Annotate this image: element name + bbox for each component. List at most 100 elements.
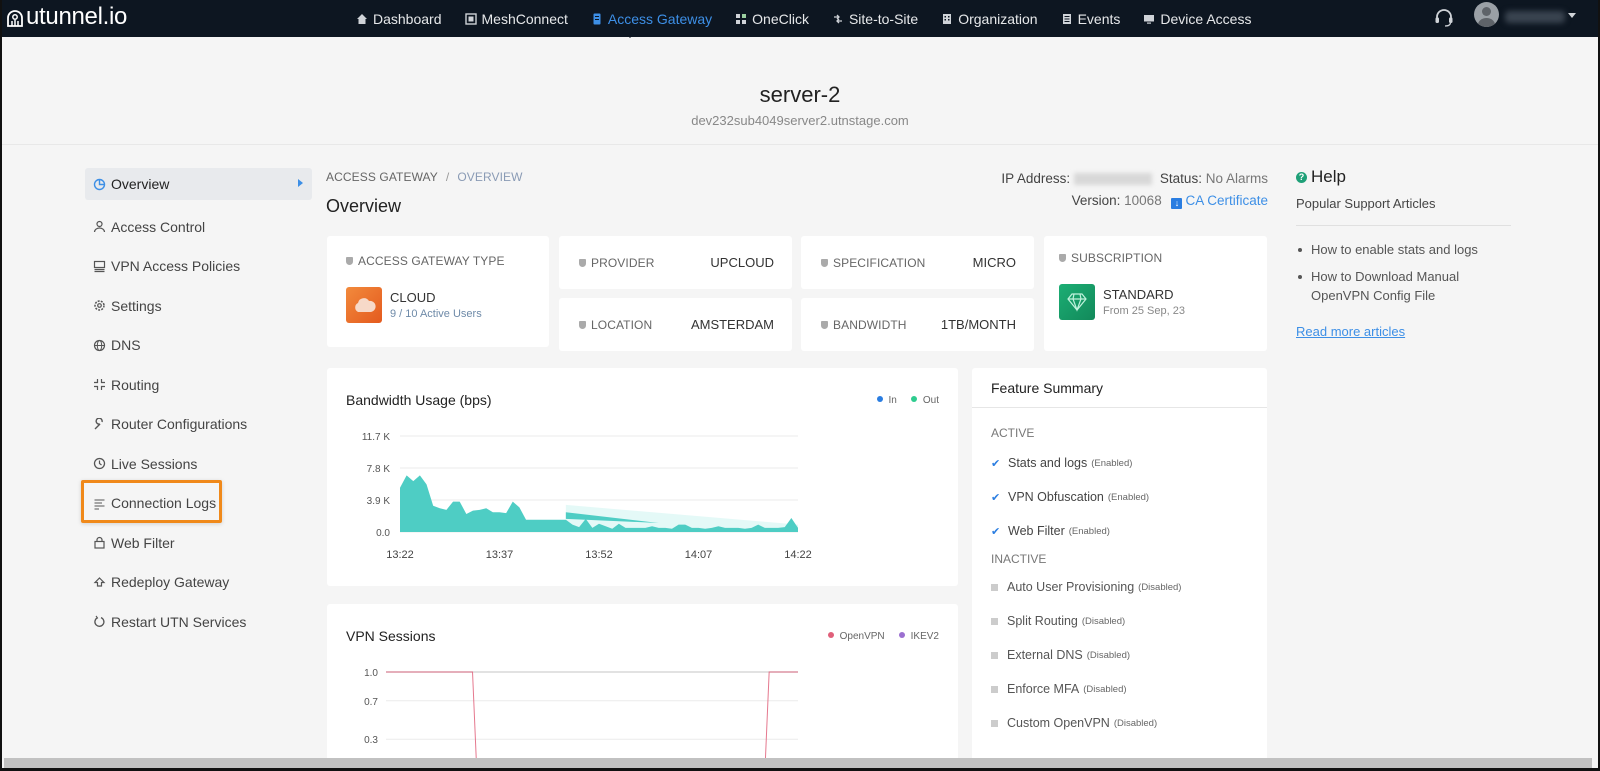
sidebar-item-web-filter[interactable]: Web Filter — [85, 523, 312, 563]
active-nav-indicator — [624, 32, 636, 38]
sidebar-item-vpn-access-policies[interactable]: VPN Access Policies — [85, 247, 312, 287]
user-icon — [93, 221, 106, 233]
breadcrumb-parent[interactable]: ACCESS GATEWAY — [326, 170, 438, 184]
restart-icon — [94, 615, 105, 628]
card-bandwidth: BANDWIDTH 1TB/MONTH — [801, 298, 1034, 351]
redeploy-icon — [93, 576, 106, 587]
feature-name: Split Routing — [1007, 614, 1078, 628]
subscription-value: STANDARD — [1103, 287, 1174, 302]
feature-state: (Enabled) — [1107, 491, 1150, 503]
nav-organization[interactable]: Organization — [941, 0, 1038, 37]
ip-label: IP Address: — [1001, 171, 1071, 186]
shield-icon — [821, 258, 828, 267]
active-users: 9 / 10 Active Users — [390, 308, 482, 320]
user-name-redacted[interactable] — [1505, 11, 1565, 23]
read-more-link[interactable]: Read more articles — [1296, 324, 1405, 339]
sidebar-item-dns[interactable]: DNS — [85, 326, 312, 366]
sidebar-item-routing[interactable]: Routing — [85, 365, 312, 405]
minus-icon — [991, 685, 998, 693]
nav-label: MeshConnect — [481, 10, 568, 27]
card-label: SUBSCRIPTION — [1071, 251, 1163, 265]
logo-text: utunnel.io — [26, 3, 128, 30]
sidebar-item-connection-logs[interactable]: Connection Logs — [85, 484, 312, 524]
y-tick-label: 0.7 — [364, 697, 378, 708]
nav-site-to-site[interactable]: Site-to-Site — [832, 0, 918, 37]
clock-icon — [93, 458, 106, 470]
lock-icon — [94, 537, 105, 549]
download-icon: ↓ — [1171, 198, 1183, 209]
sidebar-item-access-control[interactable]: Access Control — [85, 207, 312, 247]
minus-icon — [991, 651, 998, 659]
main-nav: Dashboard MeshConnect Access Gateway One… — [356, 0, 1274, 37]
sidebar-item-redeploy-gateway[interactable]: Redeploy Gateway — [85, 563, 312, 603]
horizontal-scrollbar[interactable] — [4, 758, 1592, 768]
server-name: server-2 — [759, 82, 841, 107]
feature-name: External DNS — [1007, 648, 1083, 662]
y-tick-label: 0.0 — [376, 528, 390, 539]
sidebar-item-overview[interactable]: Overview — [85, 168, 312, 200]
provider-value: UPCLOUD — [710, 255, 774, 270]
help-icon: ? — [1296, 171, 1307, 183]
breadcrumb-current: OVERVIEW — [457, 170, 523, 184]
logo[interactable]: utunnel.io — [6, 3, 127, 31]
shield-icon — [579, 320, 586, 329]
server-hostname: dev232sub4049server2.utnstage.com — [691, 113, 909, 128]
y-tick-label: 7.8 K — [367, 464, 391, 475]
nav-meshconnect[interactable]: MeshConnect — [464, 0, 568, 37]
subscription-date: From 25 Sep, 23 — [1103, 305, 1185, 317]
help-article-link[interactable]: How to Download Manual OpenVPN Config Fi… — [1296, 267, 1511, 305]
nav-dashboard[interactable]: Dashboard — [356, 0, 442, 37]
help-article-link[interactable]: How to enable stats and logs — [1296, 240, 1511, 259]
chevron-down-icon[interactable] — [1568, 13, 1576, 18]
nav-device-access[interactable]: Device Access — [1143, 0, 1251, 37]
gear-icon — [94, 300, 105, 311]
status-label: Status: — [1159, 171, 1202, 186]
check-icon: ✔ — [991, 491, 1001, 504]
feature-state: (Enabled) — [1068, 525, 1110, 537]
help-title: Help — [1311, 167, 1346, 186]
feature-item: Enforce MFA (Disabled) — [991, 672, 1267, 706]
vpn-sessions-chart: 0.3 0.7 1.0 — [364, 668, 798, 764]
feature-item: ✔ Stats and logs (Enabled) — [991, 446, 1267, 480]
minus-icon — [991, 719, 998, 727]
nav-events[interactable]: Events — [1061, 0, 1121, 37]
bandwidth-chart-card: Bandwidth Usage (bps) In Out 0.0 3.9 K 7.8… — [327, 368, 958, 586]
sidebar-item-restart-utn-services[interactable]: Restart UTN Services — [85, 602, 312, 642]
top-navbar: utunnel.io Dashboard MeshConnect Access … — [0, 0, 1600, 37]
card-gateway-type: ACCESS GATEWAY TYPE CLOUD 9 / 10 Active … — [327, 236, 549, 347]
nav-label: Events — [1077, 10, 1121, 27]
shield-icon — [821, 320, 828, 329]
avatar[interactable] — [1474, 2, 1499, 27]
sidebar-item-router-configurations[interactable]: Router Configurations — [85, 405, 312, 445]
server-icon — [593, 13, 601, 24]
headset-icon[interactable] — [1433, 6, 1455, 28]
lines-icon — [94, 499, 105, 510]
home-icon — [357, 13, 367, 24]
sidebar-item-label: Redeploy Gateway — [111, 574, 230, 591]
card-subscription: SUBSCRIPTION STANDARD From 25 Sep, 23 — [1044, 236, 1267, 351]
ca-certificate-link[interactable]: CA Certificate — [1185, 193, 1268, 208]
feature-summary-title: Feature Summary — [972, 368, 1267, 408]
specification-value: MICRO — [972, 255, 1016, 270]
sidebar-item-label: Web Filter — [111, 534, 175, 551]
policy-icon — [93, 260, 106, 272]
card-label: PROVIDER — [591, 255, 655, 270]
feature-item: ✔ VPN Obfuscation (Enabled) — [991, 480, 1267, 514]
breadcrumb: ACCESS GATEWAY / OVERVIEW — [326, 170, 523, 184]
feature-item: Split Routing (Disabled) — [991, 604, 1267, 638]
inactive-section-label: INACTIVE — [991, 552, 1047, 566]
vpn-sessions-chart-card: VPN Sessions OpenVPN IKEV2 0.3 0.7 1.0 — [327, 604, 958, 764]
line-series-openvpn — [386, 671, 798, 764]
feature-item: Custom OpenVPN (Disabled) — [991, 706, 1267, 740]
card-label: SPECIFICATION — [833, 255, 926, 270]
wrench-icon — [94, 417, 103, 430]
x-tick-label: 13:22 — [386, 549, 414, 561]
sidebar-item-settings[interactable]: Settings — [85, 286, 312, 326]
nav-oneclick[interactable]: OneClick — [735, 0, 809, 37]
sidebar-item-label: Router Configurations — [111, 416, 248, 433]
sidebar-item-live-sessions[interactable]: Live Sessions — [85, 444, 312, 484]
feature-state: (Enabled) — [1091, 457, 1133, 469]
inactive-features: Auto User Provisioning (Disabled) Split R… — [972, 570, 1267, 740]
nav-access-gateway[interactable]: Access Gateway — [591, 0, 712, 37]
shield-icon — [579, 258, 586, 267]
